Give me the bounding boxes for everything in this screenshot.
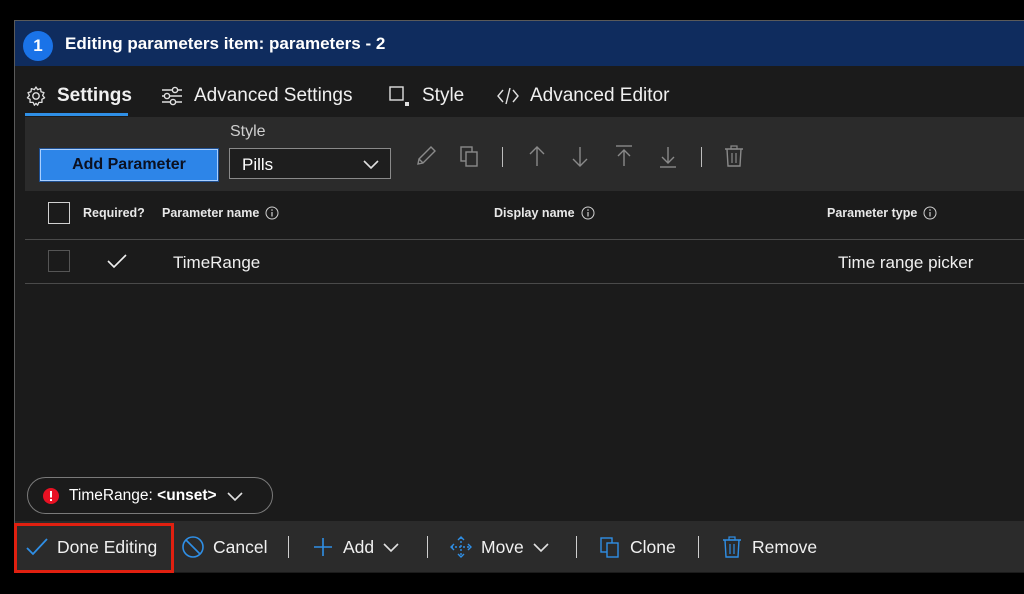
tab-style-label: Style xyxy=(422,85,465,106)
tab-advanced-settings-label: Advanced Settings xyxy=(194,85,353,106)
select-all-checkbox[interactable] xyxy=(48,202,70,224)
command-divider xyxy=(698,536,699,558)
add-label: Add xyxy=(343,536,375,557)
header-display-name-label: Display name xyxy=(494,206,575,220)
style-icon xyxy=(388,85,412,107)
clone-label: Clone xyxy=(630,536,676,557)
trash-icon xyxy=(720,535,744,559)
pill-parameter-value: <unset> xyxy=(157,486,217,504)
chevron-down-icon xyxy=(226,490,244,502)
command-divider xyxy=(288,536,289,558)
header-parameter-type-label: Parameter type xyxy=(827,206,918,220)
remove-button[interactable]: Remove xyxy=(720,529,817,565)
clone-button[interactable]: Clone xyxy=(598,529,676,565)
header-required: Required? xyxy=(83,206,145,220)
highlight-box xyxy=(14,523,174,573)
chevron-down-icon xyxy=(532,541,550,553)
move-label: Move xyxy=(481,536,524,557)
tab-advanced-settings[interactable]: Advanced Settings xyxy=(160,78,352,114)
cancel-icon xyxy=(181,535,205,559)
header-parameter-type: Parameter type xyxy=(827,206,937,220)
plus-icon xyxy=(311,535,335,559)
pill-parameter-name: TimeRange: xyxy=(69,486,153,504)
chevron-down-icon xyxy=(362,157,380,171)
row-select-checkbox[interactable] xyxy=(48,250,70,272)
info-icon[interactable] xyxy=(265,206,279,220)
gear-icon xyxy=(25,85,47,107)
add-parameter-button[interactable]: Add Parameter xyxy=(40,149,218,181)
arrow-up-icon[interactable] xyxy=(525,143,549,169)
panel-title: Editing parameters item: parameters - 2 xyxy=(65,34,386,53)
move-to-bottom-icon[interactable] xyxy=(656,143,680,169)
add-button[interactable]: Add xyxy=(311,529,400,565)
cancel-label: Cancel xyxy=(213,536,268,557)
style-dropdown-value: Pills xyxy=(242,155,274,174)
style-label: Style xyxy=(230,123,266,140)
header-display-name: Display name xyxy=(494,206,595,220)
code-icon xyxy=(496,85,520,107)
copy-icon xyxy=(598,535,622,559)
parameter-type-cell: Time range picker xyxy=(838,253,974,272)
parameter-name-cell[interactable]: TimeRange xyxy=(173,253,260,273)
step-badge: 1 xyxy=(23,31,53,61)
tab-settings[interactable]: Settings xyxy=(25,78,132,114)
header-parameter-name: Parameter name xyxy=(162,206,279,220)
tab-settings-label: Settings xyxy=(57,85,132,106)
info-icon[interactable] xyxy=(581,206,595,220)
chevron-down-icon xyxy=(382,541,400,553)
toolbar-divider xyxy=(502,147,503,167)
arrow-down-icon[interactable] xyxy=(568,143,592,169)
tab-advanced-editor[interactable]: Advanced Editor xyxy=(496,78,669,114)
move-icon xyxy=(449,535,473,559)
copy-icon[interactable] xyxy=(458,143,482,169)
command-divider xyxy=(427,536,428,558)
header-parameter-name-label: Parameter name xyxy=(162,206,260,220)
time-range-pill-label: TimeRange: <unset> xyxy=(69,487,217,505)
toolbar-divider xyxy=(701,147,702,167)
remove-label: Remove xyxy=(752,536,818,557)
info-icon[interactable] xyxy=(923,206,937,220)
command-divider xyxy=(576,536,577,558)
trash-icon[interactable] xyxy=(722,143,746,169)
sliders-icon xyxy=(160,85,184,107)
time-range-pill[interactable]: TimeRange: <unset> xyxy=(27,477,273,514)
move-button[interactable]: Move xyxy=(449,529,550,565)
style-dropdown[interactable]: Pills xyxy=(229,148,391,179)
error-icon xyxy=(42,487,60,505)
checkmark-icon xyxy=(106,252,128,270)
tab-style[interactable]: Style xyxy=(388,78,464,114)
header-required-label: Required? xyxy=(83,206,145,220)
pencil-icon[interactable] xyxy=(414,143,438,169)
move-to-top-icon[interactable] xyxy=(612,143,636,169)
active-tab-indicator xyxy=(25,113,128,116)
table-divider xyxy=(25,283,1024,284)
table-divider xyxy=(25,239,1024,240)
tab-advanced-editor-label: Advanced Editor xyxy=(530,85,670,106)
cancel-button[interactable]: Cancel xyxy=(181,529,267,565)
